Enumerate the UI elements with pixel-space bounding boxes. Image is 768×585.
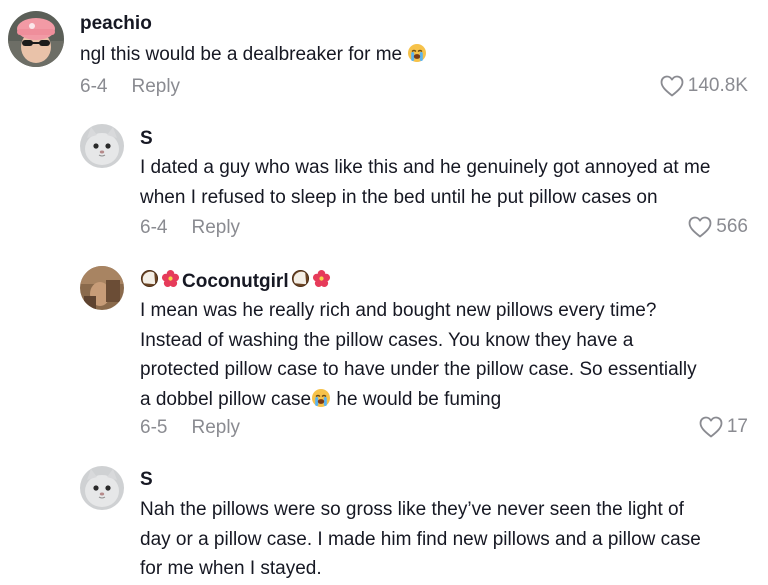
comment-line-text: he would be fuming: [331, 388, 502, 410]
like-button[interactable]: 17: [699, 416, 748, 438]
hibiscus-icon: [312, 269, 331, 294]
comment-username[interactable]: S: [140, 128, 153, 150]
comment-line: I mean was he really rich and bought new…: [140, 300, 657, 321]
heart-outline-icon: [699, 416, 723, 438]
comment-line-text: ngl this would be a dealbreaker for me: [80, 44, 403, 65]
comment-username[interactable]: peachio: [80, 13, 152, 35]
comment-line: for me when I stayed.: [140, 558, 322, 579]
username-text[interactable]: Coconutgirl: [182, 271, 289, 293]
comment-date: 6-5: [140, 417, 168, 438]
comment-date: 6-4: [80, 76, 108, 97]
comment-username[interactable]: S: [140, 469, 153, 491]
comment-line: Instead of washing the pillow cases. You…: [140, 329, 634, 351]
like-count: 140.8K: [687, 75, 748, 96]
comment-text: I mean was he really rich and bought new…: [140, 296, 697, 417]
comment-line: a dobbel pillow case he would be fuming: [140, 385, 697, 418]
comment-line: day or a pillow case. I made him find ne…: [140, 528, 701, 550]
coconut-icon: [140, 269, 159, 294]
comment-date: 6-4: [140, 217, 168, 238]
comment-line: protected pillow case to have under the …: [140, 359, 697, 380]
comment-line: when I refused to sleep in the bed until…: [140, 186, 658, 208]
reply-button[interactable]: Reply: [191, 217, 240, 239]
comment-line: Nah the pillows were so gross like they’…: [140, 499, 684, 520]
comment-meta: 6-4 Reply: [140, 217, 240, 239]
coconut-icon: [291, 269, 310, 294]
comment-text: Nah the pillows were so gross like they’…: [140, 495, 701, 584]
comment-text: I dated a guy who was like this and he g…: [140, 153, 710, 212]
comment-text: ngl this would be a dealbreaker for me: [80, 40, 427, 73]
reply-button[interactable]: Reply: [191, 417, 240, 439]
avatar[interactable]: [80, 466, 124, 510]
comment-line: ngl this would be a dealbreaker for me: [80, 40, 427, 73]
loudly-crying-face-icon: [311, 388, 331, 418]
comment-line: I dated a guy who was like this and he g…: [140, 157, 711, 178]
heart-outline-icon: [688, 216, 712, 238]
avatar[interactable]: [80, 124, 124, 168]
heart-outline-icon: [660, 75, 684, 97]
like-count: 17: [726, 416, 748, 437]
like-button[interactable]: 566: [688, 216, 748, 238]
username-text[interactable]: S: [140, 469, 153, 491]
like-button[interactable]: 140.8K: [660, 75, 748, 97]
hibiscus-icon: [161, 269, 180, 294]
avatar[interactable]: [80, 266, 124, 310]
loudly-crying-face-icon: [407, 43, 427, 73]
like-count: 566: [716, 216, 748, 237]
reply-button[interactable]: Reply: [131, 76, 180, 98]
comment-line-text: a dobbel pillow case: [140, 388, 312, 410]
comment-meta: 6-4 Reply: [80, 76, 180, 98]
username-text[interactable]: peachio: [80, 13, 152, 35]
username-text[interactable]: S: [140, 128, 153, 150]
comment-username[interactable]: Coconutgirl: [140, 269, 331, 294]
avatar[interactable]: [8, 11, 64, 67]
comment-meta: 6-5 Reply: [140, 417, 240, 439]
